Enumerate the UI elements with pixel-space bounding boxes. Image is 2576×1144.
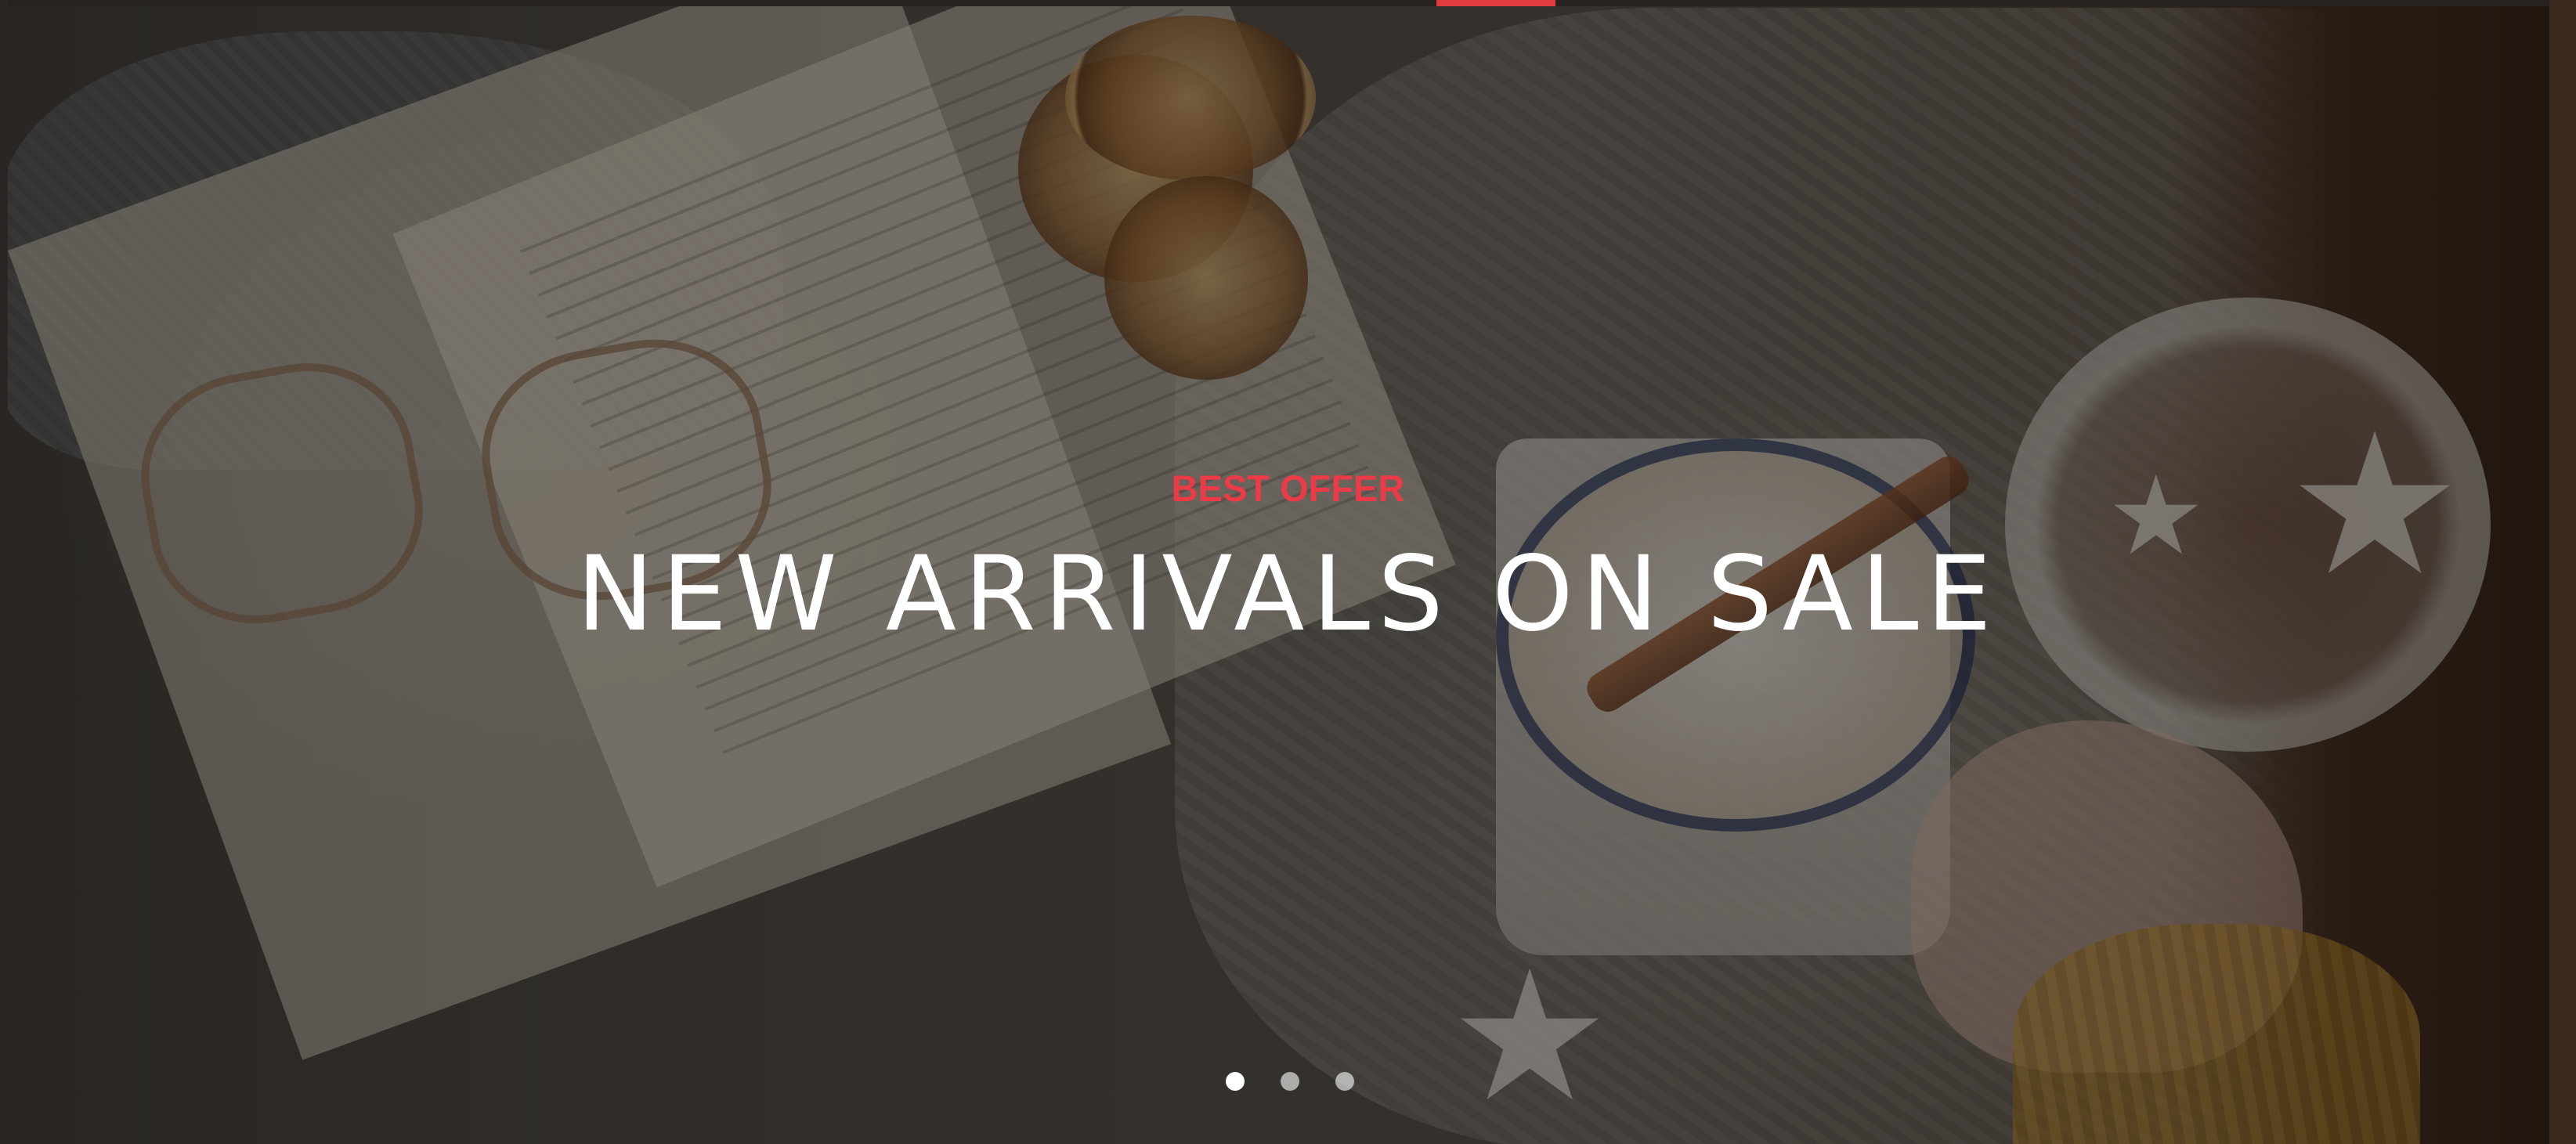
- slide-headline: NEW ARRIVALS ON SALE: [576, 534, 2000, 655]
- slide-caption: BEST OFFER NEW ARRIVALS ON SALE: [0, 467, 2576, 646]
- slider-dot-2[interactable]: [1281, 1072, 1299, 1091]
- top-border: [0, 0, 2576, 6]
- slider-dot-1[interactable]: [1226, 1072, 1245, 1091]
- slider-pagination: [1226, 1072, 1354, 1092]
- slide-eyebrow: BEST OFFER: [1171, 467, 1405, 509]
- hero-slider: ★ ★ ★ BEST OFFER NEW ARRIVALS ON SALE: [0, 0, 2576, 1144]
- active-nav-indicator: [1436, 0, 1555, 6]
- slider-dot-3[interactable]: [1335, 1072, 1354, 1091]
